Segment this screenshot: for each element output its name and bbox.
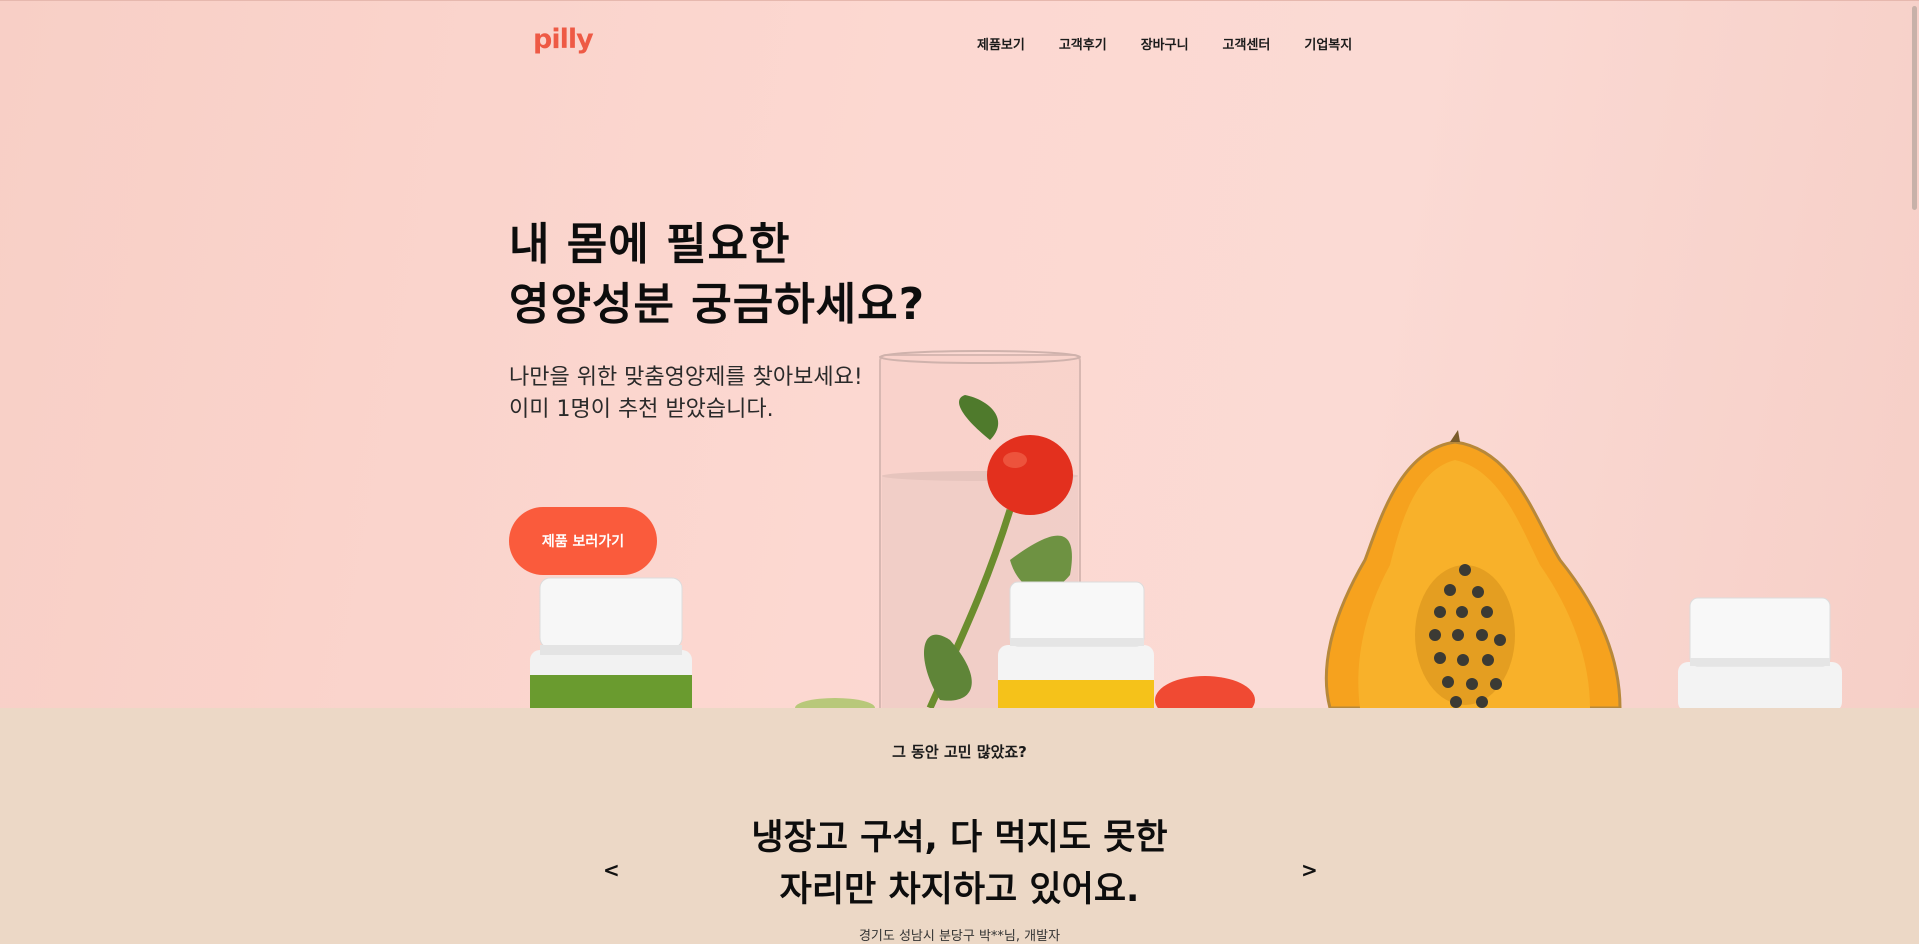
hero-subtext-line1: 나만을 위한 맞춤영양제를 찾아보세요! <box>509 365 863 390</box>
lime-slice <box>795 698 875 708</box>
hero-subtext-line2: 이미 1명이 추천 받았습니다. <box>509 397 774 422</box>
red-fruit <box>1155 676 1255 708</box>
bottle-left <box>530 577 692 708</box>
nav-item-products[interactable]: 제품보기 <box>977 34 1025 53</box>
nav-item-reviews[interactable]: 고객후기 <box>1059 34 1107 53</box>
hero-subtext: 나만을 위한 맞춤영양제를 찾아보세요! 이미 1명이 추천 받았습니다. <box>509 362 863 426</box>
hero-headline: 내 몸에 필요한 영양성분 궁금하세요? <box>509 215 925 335</box>
testimonial-quote: 냉장고 구석, 다 먹지도 못한 자리만 차지하고 있어요. <box>0 812 1919 916</box>
prev-arrow-icon[interactable]: < <box>603 858 620 882</box>
main-nav: 제품보기 고객후기 장바구니 고객센터 기업복지 <box>977 34 1386 53</box>
nav-item-support[interactable]: 고객센터 <box>1223 34 1271 53</box>
hero-headline-line1: 내 몸에 필요한 <box>509 219 791 270</box>
next-arrow-icon[interactable]: > <box>1301 858 1318 882</box>
testimonial-author: 경기도 성남시 분당구 박**님, 개발자 <box>858 929 1061 944</box>
brand-logo[interactable]: pilly <box>533 24 594 55</box>
testimonial-kicker: 그 동안 고민 많았죠? <box>892 743 1027 761</box>
nav-item-corporate-welfare[interactable]: 기업복지 <box>1304 34 1352 53</box>
testimonial-quote-line1: 냉장고 구석, 다 먹지도 못한 <box>751 818 1168 858</box>
hero-photo <box>530 350 1842 708</box>
hero-section: pilly 제품보기 고객후기 장바구니 고객센터 기업복지 내 몸에 필요한 … <box>0 0 1919 708</box>
testimonial-quote-line2: 자리만 차지하고 있어요. <box>779 870 1140 910</box>
nav-item-cart[interactable]: 장바구니 <box>1141 34 1189 53</box>
view-products-button[interactable]: 제품 보러가기 <box>509 507 657 575</box>
page-scrollbar[interactable] <box>1909 0 1919 939</box>
hero-headline-line2: 영양성분 궁금하세요? <box>509 279 926 330</box>
bottle-right <box>1678 597 1842 708</box>
scrollbar-thumb[interactable] <box>1912 6 1917 210</box>
bottle-middle <box>998 581 1154 708</box>
testimonial-section: 그 동안 고민 많았죠? 냉장고 구석, 다 먹지도 못한 자리만 차지하고 있… <box>0 708 1919 944</box>
papaya <box>1324 430 1622 708</box>
